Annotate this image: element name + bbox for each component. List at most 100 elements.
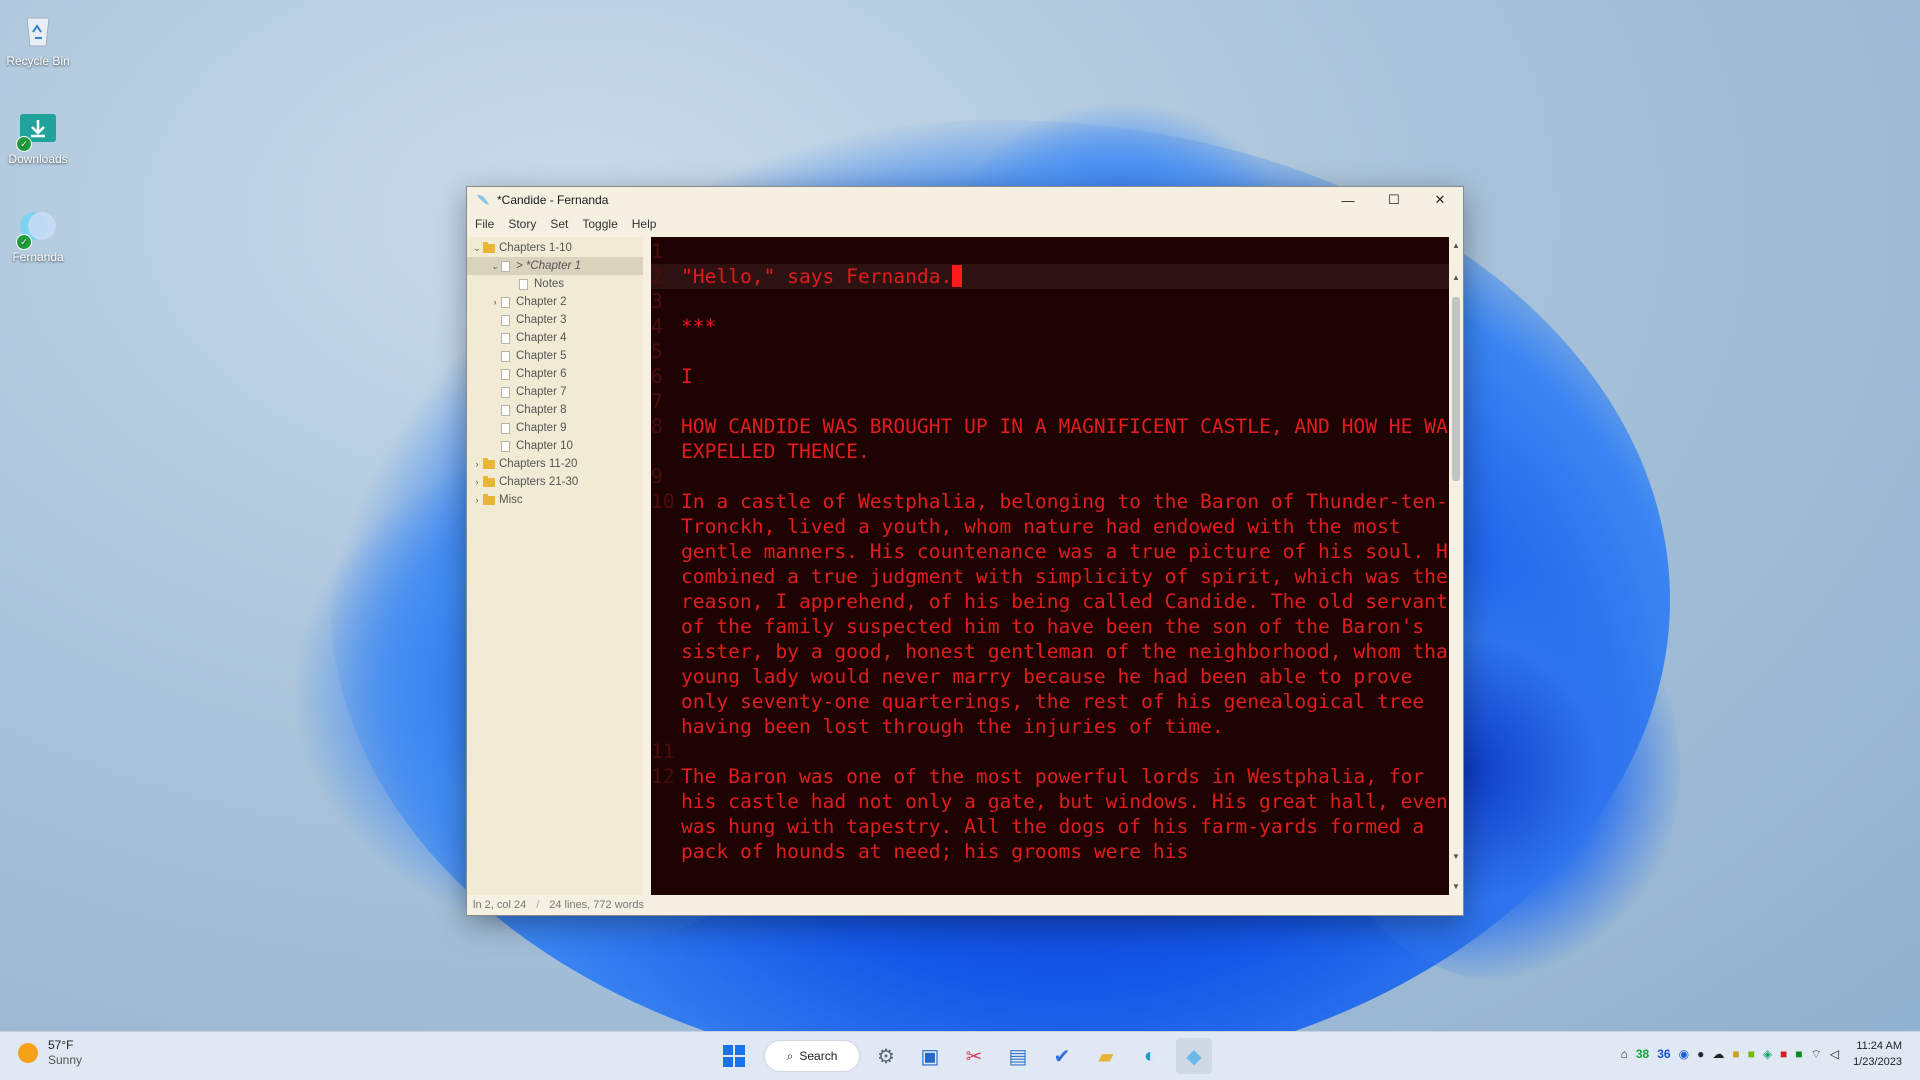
- editor-line[interactable]: 12 The Baron was one of the most powerful…: [651, 764, 1463, 864]
- desktop-icon-recycle-bin[interactable]: Recycle Bin: [0, 10, 76, 68]
- tray-app-red-icon[interactable]: ■: [1780, 1047, 1787, 1061]
- editor-line[interactable]: 3: [651, 289, 1463, 314]
- tree-item-label: Chapter 7: [516, 386, 567, 398]
- document-icon: [501, 440, 510, 452]
- onedrive-icon[interactable]: ☁: [1712, 1047, 1724, 1061]
- menu-file[interactable]: File: [475, 217, 494, 231]
- tree-folder-misc[interactable]: › Misc: [467, 491, 643, 509]
- chevron-right-icon[interactable]: ›: [471, 477, 483, 487]
- snipping-tool-app[interactable]: ✂: [956, 1038, 992, 1074]
- tray-counter-blue[interactable]: 36: [1657, 1047, 1670, 1061]
- editor-line-current[interactable]: 2 "Hello," says Fernanda.: [651, 264, 1463, 289]
- tree-item-notes[interactable]: Notes: [467, 275, 643, 293]
- tree-item-chapter-10[interactable]: Chapter 10: [467, 437, 643, 455]
- todo-app[interactable]: ✔: [1044, 1038, 1080, 1074]
- line-text: I: [681, 365, 693, 388]
- fernanda-icon: ◆: [1186, 1045, 1202, 1068]
- volume-icon[interactable]: ◁: [1830, 1047, 1839, 1061]
- tree-folder-chapters-21-30[interactable]: › Chapters 21-30: [467, 473, 643, 491]
- scroll-down-icon[interactable]: ▼: [1449, 852, 1463, 861]
- chevron-right-icon[interactable]: ›: [489, 297, 501, 307]
- start-button[interactable]: [716, 1038, 752, 1074]
- tree-folder-chapters-11-20[interactable]: › Chapters 11-20: [467, 455, 643, 473]
- editor-scrollbar[interactable]: ▲ ▲ ▼ ▼: [1449, 237, 1463, 895]
- tray-counter-green[interactable]: 38: [1636, 1047, 1649, 1061]
- scroll-up-icon[interactable]: ▲: [1449, 273, 1463, 282]
- tree-folder-chapters-1-10[interactable]: ⌄ Chapters 1-10: [467, 239, 643, 257]
- tree-item-chapter-2[interactable]: › Chapter 2: [467, 293, 643, 311]
- tree-item-label: Chapter 6: [516, 368, 567, 380]
- edge-app[interactable]: ◐: [1132, 1038, 1168, 1074]
- terminal-icon[interactable]: ■: [1795, 1047, 1802, 1061]
- document-counts: 24 lines, 772 words: [549, 899, 645, 911]
- tree-item-chapter-5[interactable]: Chapter 5: [467, 347, 643, 365]
- editor-line[interactable]: 6I: [651, 364, 1463, 389]
- chevron-right-icon[interactable]: ›: [471, 495, 483, 505]
- tree-item-chapter-8[interactable]: Chapter 8: [467, 401, 643, 419]
- tree-item-chapter-6[interactable]: Chapter 6: [467, 365, 643, 383]
- gamepad-icon[interactable]: ⌂: [1621, 1047, 1628, 1061]
- scroll-up-small-icon[interactable]: ▲: [1449, 241, 1463, 250]
- close-button[interactable]: ✕: [1417, 187, 1463, 213]
- project-tree: ⌄ Chapters 1-10 ⌄ > *Chapter 1 Notes › C…: [467, 237, 643, 895]
- maximize-button[interactable]: ☐: [1371, 187, 1417, 213]
- minimize-button[interactable]: —: [1325, 187, 1371, 213]
- steam-icon[interactable]: ●: [1697, 1047, 1704, 1061]
- tree-item-chapter-3[interactable]: Chapter 3: [467, 311, 643, 329]
- tree-item-chapter-7[interactable]: Chapter 7: [467, 383, 643, 401]
- menu-set[interactable]: Set: [550, 217, 568, 231]
- line-text: In a castle of Westphalia, belonging to …: [681, 490, 1460, 738]
- fernanda-taskbar-app[interactable]: ◆: [1176, 1038, 1212, 1074]
- editor-line[interactable]: 9: [651, 464, 1463, 489]
- desktop-icon-downloads[interactable]: ✓ Downloads: [0, 108, 76, 166]
- editor-line[interactable]: 11: [651, 739, 1463, 764]
- editor-line[interactable]: 1: [651, 239, 1463, 264]
- store-app[interactable]: ▣: [912, 1038, 948, 1074]
- weather-widget[interactable]: 57°F Sunny: [18, 1038, 82, 1068]
- editor-line[interactable]: 10 In a castle of Westphalia, belonging t…: [651, 489, 1463, 739]
- line-text: [681, 289, 1463, 314]
- tree-item-label: Chapters 21-30: [499, 476, 579, 488]
- recycle-bin-icon: [18, 10, 58, 50]
- tray-app-icon[interactable]: ■: [1732, 1047, 1739, 1061]
- document-icon: [501, 386, 510, 398]
- security-icon[interactable]: ◈: [1763, 1047, 1772, 1061]
- chevron-down-icon[interactable]: ⌄: [489, 261, 501, 272]
- search-icon: ⌕: [786, 1048, 794, 1063]
- notepad-icon: ▤: [1008, 1045, 1028, 1068]
- chevron-down-icon[interactable]: ⌄: [471, 243, 483, 254]
- editor-line[interactable]: 7: [651, 389, 1463, 414]
- app-icon: [477, 194, 489, 205]
- chevron-right-icon[interactable]: ›: [471, 459, 483, 469]
- sync-check-icon: ✓: [16, 136, 32, 152]
- bluetooth-icon[interactable]: ◉: [1679, 1047, 1689, 1061]
- tree-item-label: Chapter 10: [516, 440, 573, 452]
- editor-line[interactable]: 4 ***: [651, 314, 1463, 339]
- file-explorer-app[interactable]: ▰: [1088, 1038, 1124, 1074]
- line-number: 3: [651, 290, 663, 313]
- title-bar[interactable]: *Candide - Fernanda — ☐ ✕: [467, 187, 1463, 213]
- taskbar-search[interactable]: ⌕ Search: [764, 1040, 860, 1072]
- settings-app[interactable]: ⚙: [868, 1038, 904, 1074]
- editor-line[interactable]: 5: [651, 339, 1463, 364]
- tree-item-chapter-9[interactable]: Chapter 9: [467, 419, 643, 437]
- menu-toggle[interactable]: Toggle: [582, 217, 617, 231]
- wifi-icon[interactable]: ⌔: [1811, 1047, 1822, 1062]
- tree-item-label: Misc: [499, 494, 523, 506]
- scroll-down-small-icon[interactable]: ▼: [1449, 882, 1463, 891]
- notepad-app[interactable]: ▤: [1000, 1038, 1036, 1074]
- clock[interactable]: 11:24 AM 1/23/2023: [1853, 1038, 1902, 1070]
- document-icon: [501, 296, 510, 308]
- scrollbar-thumb[interactable]: [1452, 297, 1460, 481]
- menu-story[interactable]: Story: [508, 217, 536, 231]
- editor-line[interactable]: 8 HOW CANDIDE WAS BROUGHT UP IN A MAGNIFI…: [651, 414, 1463, 464]
- clock-time: 11:24 AM: [1856, 1040, 1902, 1052]
- text-editor[interactable]: 1 2 "Hello," says Fernanda. 3 4 *** 5 6I 7…: [651, 237, 1463, 895]
- menu-help[interactable]: Help: [632, 217, 657, 231]
- tree-item-chapter-4[interactable]: Chapter 4: [467, 329, 643, 347]
- tree-item-chapter-1[interactable]: ⌄ > *Chapter 1: [467, 257, 643, 275]
- menu-bar: File Story Set Toggle Help: [467, 213, 1463, 235]
- nvidia-icon[interactable]: ■: [1748, 1047, 1755, 1061]
- desktop-icon-fernanda[interactable]: ✓ Fernanda: [0, 206, 76, 264]
- line-text: The Baron was one of the most powerful l…: [681, 765, 1460, 863]
